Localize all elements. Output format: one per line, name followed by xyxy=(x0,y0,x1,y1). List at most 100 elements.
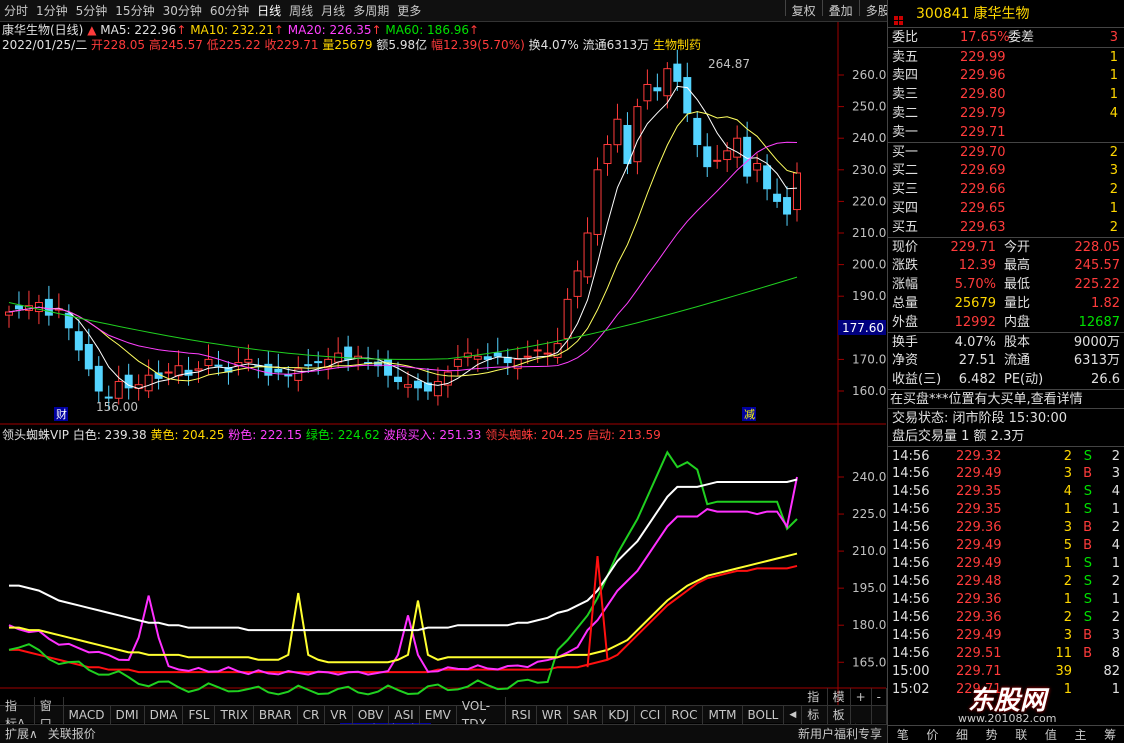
panel-tab[interactable]: 主 xyxy=(1066,726,1096,743)
panel-tab[interactable]: 值 xyxy=(1036,726,1066,743)
chart-area[interactable]: 260.0 250.0 240.0 230.0 220.0 210.0 200.0 190.0… xyxy=(0,22,886,741)
tick-price: 229.49 xyxy=(956,538,1002,553)
period-tab[interactable]: 月线 xyxy=(317,0,349,22)
tick-price: 229.48 xyxy=(956,574,1002,589)
tick-count: 82 xyxy=(1103,664,1120,679)
tick-row: 14:56 229.49 1 S 1 xyxy=(888,554,1124,572)
tick-volume: 1 xyxy=(1063,556,1072,571)
period-tab[interactable]: 多周期 xyxy=(349,0,393,22)
indicator-tab[interactable]: DMA xyxy=(145,705,184,724)
period-tab[interactable]: 分时 xyxy=(0,0,32,22)
scroll-left-icon[interactable]: ◀ xyxy=(784,705,803,724)
indicator-tab[interactable]: CR xyxy=(298,705,326,724)
weibi-row: 委比 17.65% 委差 3 xyxy=(888,28,1124,47)
stat-value: 6.482 xyxy=(958,372,996,387)
chart-title: 康华生物(日线) xyxy=(2,23,84,37)
indicator-tab[interactable]: BRAR xyxy=(254,705,298,724)
candle-body xyxy=(104,396,113,399)
kline-chart[interactable]: 260.0 250.0 240.0 230.0 220.0 210.0 200.0 190.0… xyxy=(0,22,886,705)
stat-label: 收益(三) xyxy=(892,372,942,387)
tick-count: 4 xyxy=(1111,538,1120,553)
high-annotation: 264.87 xyxy=(708,57,750,71)
candle-body xyxy=(4,311,13,316)
candle-body xyxy=(723,150,732,161)
high-value: 高245.57 xyxy=(148,38,203,52)
tick-time: 14:56 xyxy=(892,628,930,643)
panel-tab[interactable]: 价 xyxy=(918,726,948,743)
candle-body xyxy=(114,381,123,399)
period-tab[interactable]: 5分钟 xyxy=(72,0,112,22)
tick-price: 229.36 xyxy=(956,520,1002,535)
period-tab[interactable]: 30分钟 xyxy=(159,0,206,22)
bid-label: 买三 xyxy=(892,182,919,197)
indicator-tab[interactable]: ROC xyxy=(666,705,704,724)
ohlc-info-line: 2022/01/25/二 开228.05 高245.57 低225.22 收22… xyxy=(2,37,701,54)
period-tab[interactable]: 更多 xyxy=(393,0,425,22)
tick-volume: 3 xyxy=(1063,628,1072,643)
period-tab[interactable]: 15分钟 xyxy=(111,0,158,22)
y-tick-label: 190.0 xyxy=(852,289,886,303)
period-tab[interactable]: 周线 xyxy=(285,0,317,22)
indicator-tab[interactable]: FSL xyxy=(183,705,216,724)
y-tick-label: 210.0 xyxy=(852,226,886,240)
extension-tab[interactable]: 关联报价 xyxy=(43,725,101,743)
indicator-tab[interactable]: ASI xyxy=(389,705,420,724)
indicator-tab[interactable]: EMV xyxy=(420,705,457,724)
indicator-y-label: 225.0 xyxy=(852,507,886,521)
indicator-tab[interactable]: BOLL xyxy=(743,705,785,724)
tick-price: 229.49 xyxy=(956,628,1002,643)
candle-body xyxy=(543,352,552,355)
panel-tab[interactable]: 势 xyxy=(977,726,1007,743)
tick-row: 14:56 229.36 2 S 2 xyxy=(888,608,1124,626)
extension-tab[interactable]: 扩展∧ xyxy=(0,725,43,743)
panel-tab[interactable]: 笔 xyxy=(888,726,918,743)
indicator-tab[interactable]: CCI xyxy=(635,705,667,724)
candle-body xyxy=(633,106,642,163)
panel-tab[interactable]: 细 xyxy=(947,726,977,743)
stat-value: 26.6 xyxy=(1091,372,1120,387)
toolbar-button[interactable]: 叠加 xyxy=(825,0,857,22)
indicator-tab[interactable]: DMI xyxy=(111,705,145,724)
promo-link[interactable]: 新用户福利专享 xyxy=(793,725,887,743)
stat-label: 换手 xyxy=(892,335,919,350)
status-row: 交易状态: 闭市阶段 15:30:00 xyxy=(888,408,1124,427)
stat-value: 12992 xyxy=(954,315,996,330)
stat-value: 228.05 xyxy=(1074,240,1121,255)
y-tick-label: 200.0 xyxy=(852,258,886,272)
period-tab[interactable]: 60分钟 xyxy=(206,0,253,22)
bid-label: 买二 xyxy=(892,163,919,178)
candle-body xyxy=(403,384,412,388)
indicator-tab[interactable]: WR xyxy=(537,705,568,724)
candle-body xyxy=(763,165,772,190)
stat-row: 涨幅 5.70% 最低 225.22 xyxy=(888,275,1124,294)
tick-time: 14:56 xyxy=(892,646,930,661)
indicator-tab[interactable]: OBV xyxy=(353,705,390,724)
indicator-name[interactable]: 领头蜘蛛VIP xyxy=(2,428,69,442)
tick-price: 229.35 xyxy=(956,484,1002,499)
grid-icon xyxy=(894,8,903,25)
toolbar-button[interactable]: 复权 xyxy=(788,0,820,22)
candle-body xyxy=(653,87,662,92)
candle-body xyxy=(613,118,622,146)
pink-line xyxy=(8,476,798,676)
indicator-tab[interactable]: TRIX xyxy=(215,705,254,724)
period-tab[interactable]: 日线 xyxy=(253,0,285,22)
stat-value: 12687 xyxy=(1078,315,1120,330)
indicator-tab[interactable]: SAR xyxy=(568,705,604,724)
indicator-tab[interactable]: MACD xyxy=(64,705,111,724)
indicator-tab[interactable]: KDJ xyxy=(603,705,636,724)
low-annotation: 156.00 xyxy=(96,400,138,414)
panel-tab[interactable]: 筹 xyxy=(1095,726,1124,743)
open-value: 开228.05 xyxy=(91,38,146,52)
indicator-tab[interactable]: VR xyxy=(325,705,353,724)
notice-row[interactable]: 在买盘***位置有大买单,查看详情 xyxy=(888,389,1124,408)
ask-label: 卖五 xyxy=(892,50,919,65)
tick-count: 1 xyxy=(1111,556,1120,571)
panel-tab[interactable]: 联 xyxy=(1007,726,1037,743)
candle-body xyxy=(14,305,23,310)
stat-value: 245.57 xyxy=(1074,258,1121,273)
period-tab[interactable]: 1分钟 xyxy=(32,0,72,22)
indicator-tab[interactable]: MTM xyxy=(703,705,743,724)
indicator-tab[interactable]: RSI xyxy=(506,705,537,724)
y-tick-label: 260.0 xyxy=(852,68,886,82)
